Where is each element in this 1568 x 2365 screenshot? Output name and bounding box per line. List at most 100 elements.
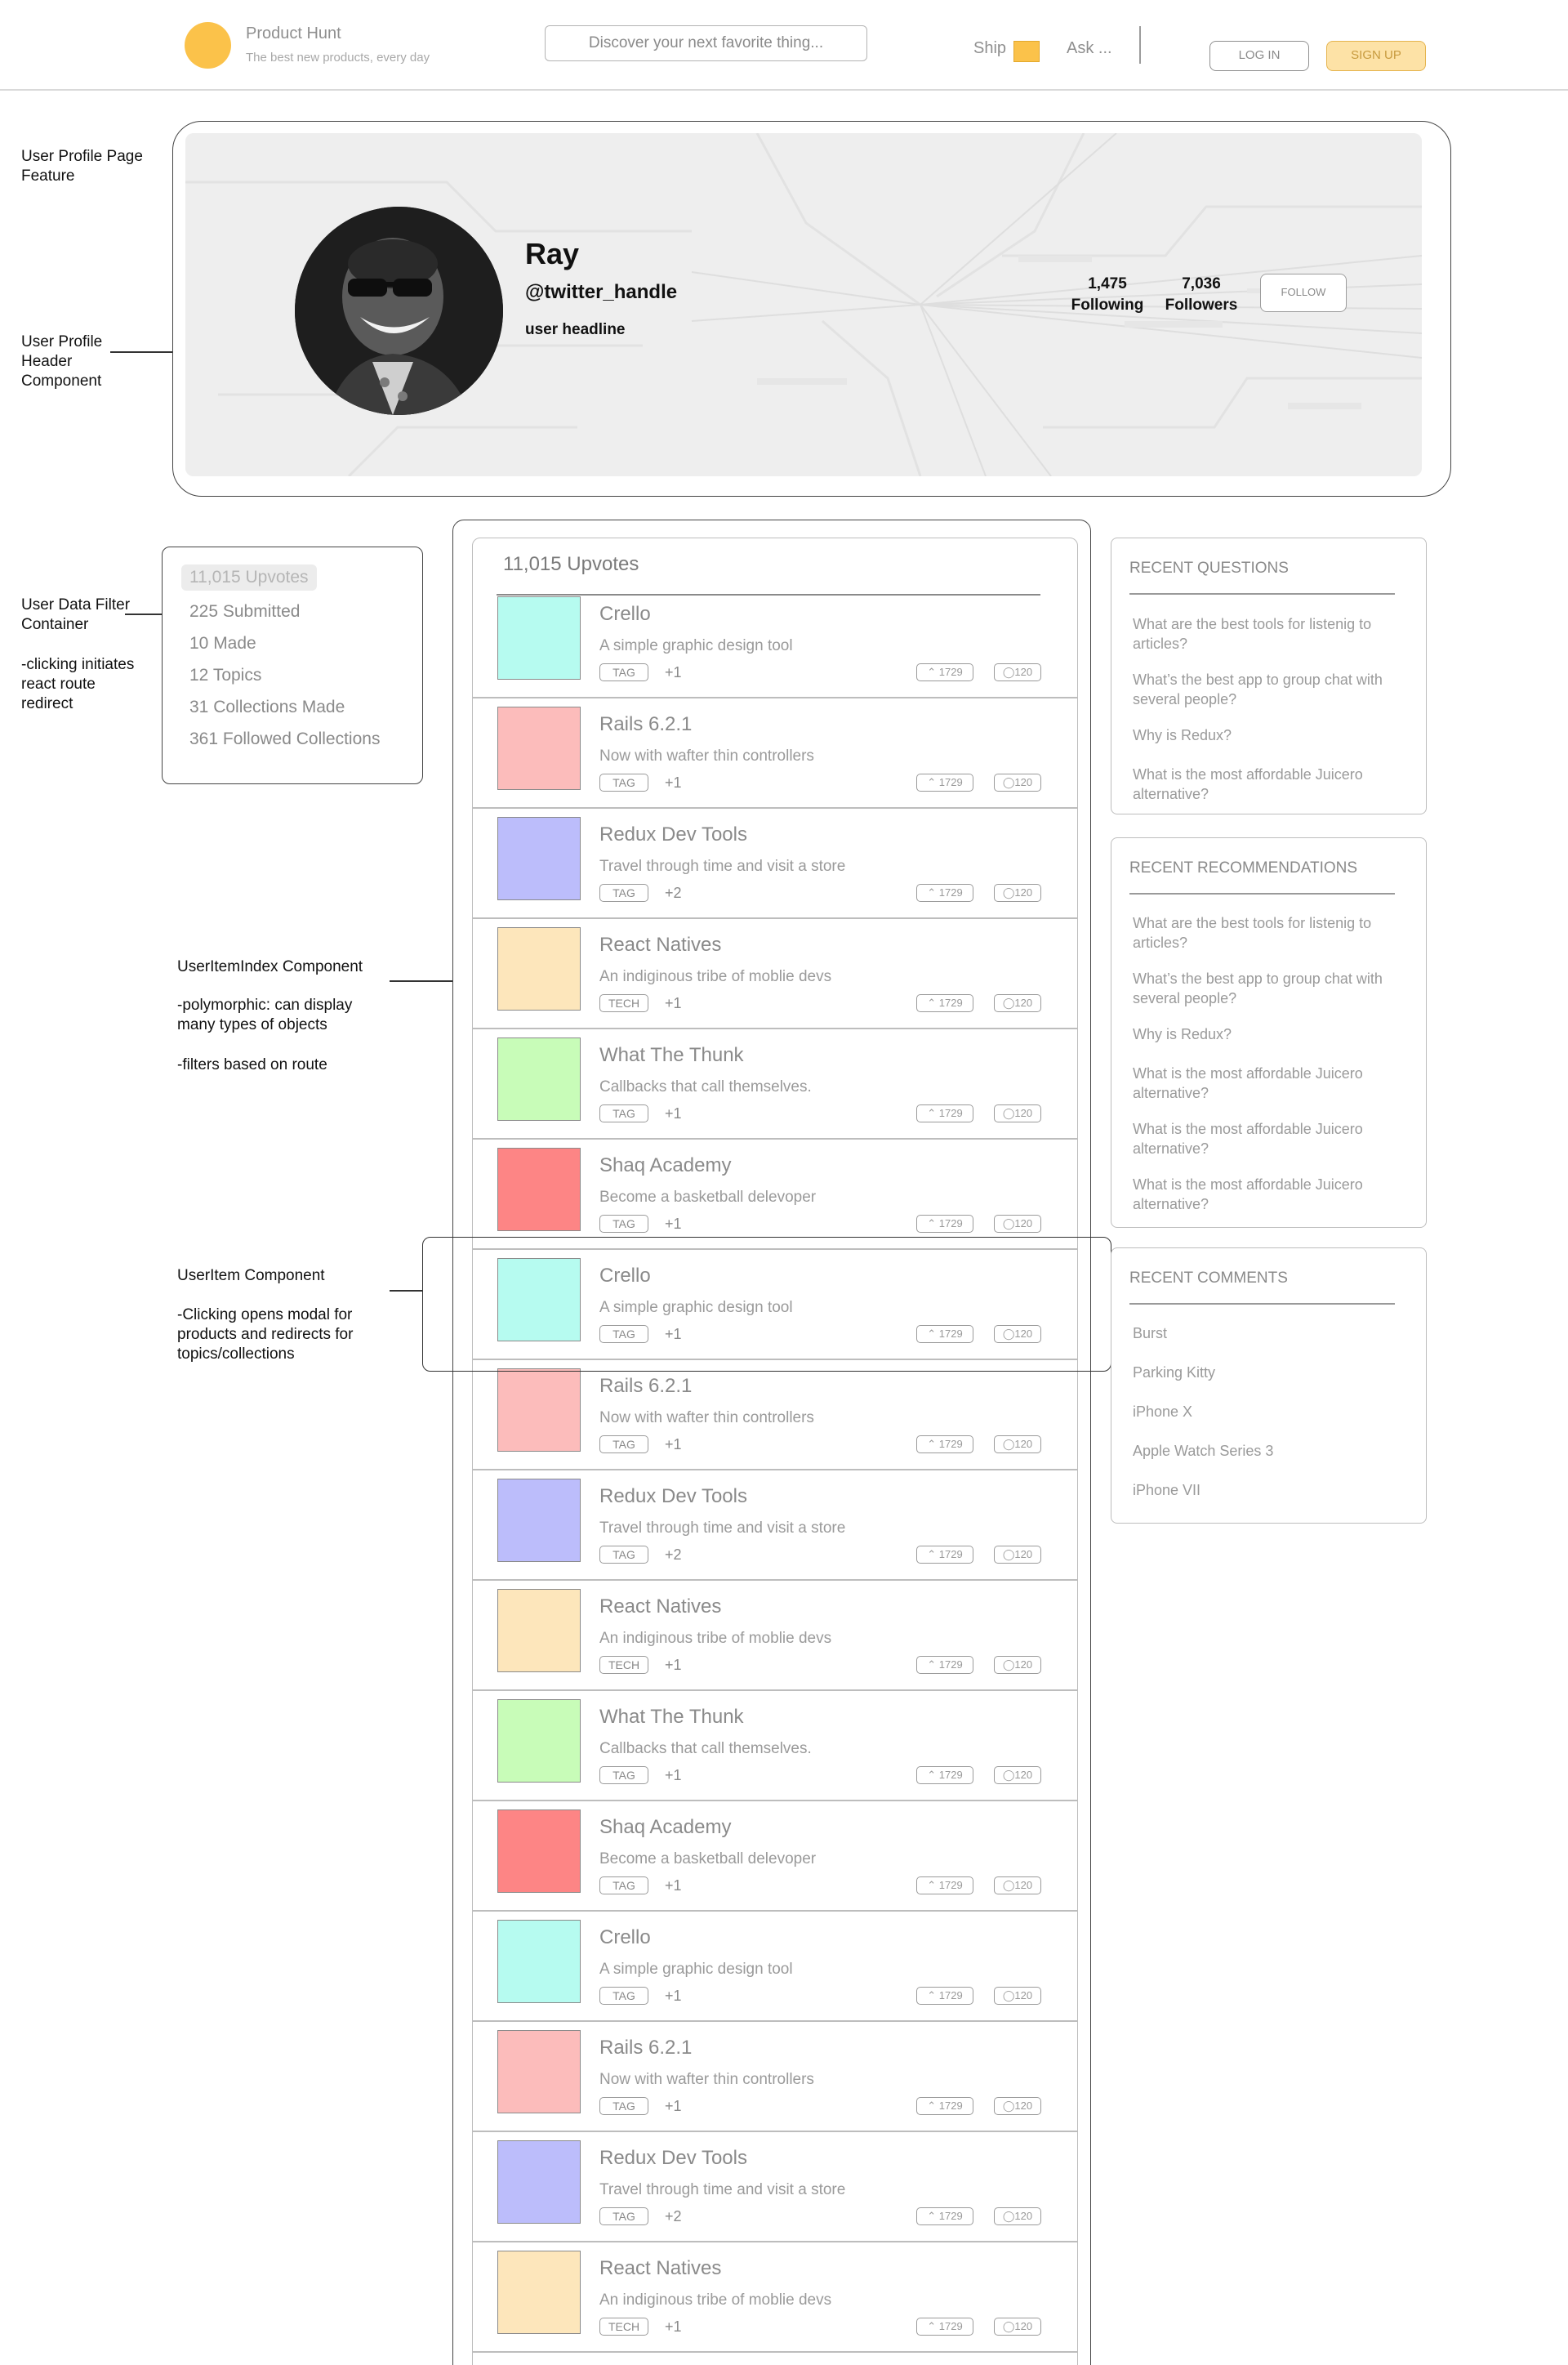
question-link[interactable]: What is the most affordable Juicero alte… (1133, 765, 1402, 804)
item-tag[interactable]: TAG (599, 1215, 648, 1233)
item-tag[interactable]: TAG (599, 1104, 648, 1122)
question-link[interactable]: Why is Redux? (1133, 725, 1402, 745)
item-title[interactable]: Rails 6.2.1 (599, 2037, 692, 2059)
item-title[interactable]: React Natives (599, 1595, 721, 1618)
comment-button[interactable]: ◯120 (994, 1215, 1041, 1233)
upvote-button[interactable]: ⌃ 1729 (916, 994, 973, 1012)
item-tag[interactable]: TECH (599, 1656, 648, 1674)
comment-button[interactable]: ◯120 (994, 2207, 1041, 2225)
comment-button[interactable]: ◯120 (994, 1656, 1041, 1674)
item-extra-tags[interactable]: +1 (665, 1657, 682, 1674)
item-extra-tags[interactable]: +1 (665, 2098, 682, 2115)
item-thumbnail[interactable] (497, 1809, 581, 1893)
item-title[interactable]: Crello (599, 1926, 651, 1949)
item-thumbnail[interactable] (497, 817, 581, 900)
item-extra-tags[interactable]: +2 (665, 1546, 682, 1564)
login-button[interactable]: LOG IN (1209, 41, 1309, 71)
item-thumbnail[interactable] (497, 1589, 581, 1672)
item-tag[interactable]: TAG (599, 2097, 648, 2115)
user-item-row[interactable]: Rails 6.2.1 Now with wafter thin controll… (473, 698, 1077, 809)
filter-followed-collections[interactable]: 361 Followed Collections (189, 730, 380, 749)
signup-button[interactable]: SIGN UP (1326, 41, 1426, 71)
user-item-row[interactable]: What The Thunk Callbacks that call themse… (473, 1029, 1077, 1140)
item-thumbnail[interactable] (497, 2251, 581, 2334)
upvote-button[interactable]: ⌃ 1729 (916, 2207, 973, 2225)
item-title[interactable]: React Natives (599, 934, 721, 957)
item-title[interactable]: What The Thunk (599, 1706, 744, 1729)
item-tag[interactable]: TECH (599, 994, 648, 1012)
nav-ask-link[interactable]: Ask ... (1067, 39, 1112, 58)
recommendation-link[interactable]: What is the most affordable Juicero alte… (1133, 1175, 1402, 1214)
item-thumbnail[interactable] (497, 1148, 581, 1231)
user-item-row[interactable]: Redux Dev Tools Travel through time and v… (473, 2132, 1077, 2242)
followers-stat[interactable]: 7,036 Followers (1158, 274, 1245, 316)
recommendation-link[interactable]: What are the best tools for listenig to … (1133, 913, 1402, 953)
item-extra-tags[interactable]: +1 (665, 1105, 682, 1122)
comment-link[interactable]: Burst (1133, 1323, 1402, 1343)
comment-button[interactable]: ◯120 (994, 1435, 1041, 1453)
item-extra-tags[interactable]: +1 (665, 1877, 682, 1894)
nav-ship-link[interactable]: Ship (973, 39, 1006, 58)
user-item-row[interactable]: Redux Dev Tools Travel through time and v… (473, 809, 1077, 919)
item-title[interactable]: Redux Dev Tools (599, 1485, 747, 1508)
user-item-row[interactable]: What The Thunk Callbacks that call themse… (473, 1691, 1077, 1801)
upvote-button[interactable]: ⌃ 1729 (916, 1876, 973, 1894)
upvote-button[interactable]: ⌃ 1729 (916, 1435, 973, 1453)
user-item-row[interactable]: Rails 6.2.1 Now with wafter thin controll… (473, 1360, 1077, 1470)
item-title[interactable]: Rails 6.2.1 (599, 713, 692, 736)
comment-button[interactable]: ◯120 (994, 1546, 1041, 1564)
item-extra-tags[interactable]: +2 (665, 885, 682, 902)
recommendation-link[interactable]: What is the most affordable Juicero alte… (1133, 1119, 1402, 1158)
item-tag[interactable]: TAG (599, 884, 648, 902)
upvote-button[interactable]: ⌃ 1729 (916, 1104, 973, 1122)
upvote-button[interactable]: ⌃ 1729 (916, 663, 973, 681)
question-link[interactable]: What are the best tools for listenig to … (1133, 614, 1402, 654)
item-extra-tags[interactable]: +1 (665, 995, 682, 1012)
item-tag[interactable]: TAG (599, 774, 648, 792)
item-extra-tags[interactable]: +1 (665, 1436, 682, 1453)
item-extra-tags[interactable]: +1 (665, 664, 682, 681)
profile-handle[interactable]: @twitter_handle (525, 281, 677, 304)
user-item-row[interactable]: React Natives An indiginous tribe of mobl… (473, 919, 1077, 1029)
item-thumbnail[interactable] (497, 596, 581, 680)
recommendation-link[interactable]: What’s the best app to group chat with s… (1133, 969, 1402, 1008)
following-stat[interactable]: 1,475 Following (1064, 274, 1151, 316)
user-item-row[interactable]: Crello A simple graphic design tool TAG +1 ⌃… (473, 1912, 1077, 2022)
upvote-button[interactable]: ⌃ 1729 (916, 1656, 973, 1674)
comment-button[interactable]: ◯120 (994, 663, 1041, 681)
comment-button[interactable]: ◯120 (994, 994, 1041, 1012)
item-tag[interactable]: TAG (599, 1766, 648, 1784)
item-thumbnail[interactable] (497, 1479, 581, 1562)
user-item-row[interactable]: Shaq Academy Become a basketball delevope… (473, 1140, 1077, 1250)
upvote-button[interactable]: ⌃ 1729 (916, 1215, 973, 1233)
item-thumbnail[interactable] (497, 1037, 581, 1121)
item-tag[interactable]: TAG (599, 663, 648, 681)
item-tag[interactable]: TAG (599, 1987, 648, 2005)
item-extra-tags[interactable]: +1 (665, 774, 682, 792)
comment-button[interactable]: ◯120 (994, 1766, 1041, 1784)
item-title[interactable]: Redux Dev Tools (599, 823, 747, 846)
user-item-row[interactable]: Crello A simple graphic design tool TAG +1 ⌃… (473, 588, 1077, 698)
comment-button[interactable]: ◯120 (994, 2318, 1041, 2336)
item-title[interactable]: Rails 6.2.1 (599, 1375, 692, 1398)
item-thumbnail[interactable] (497, 2030, 581, 2113)
item-extra-tags[interactable]: +2 (665, 2208, 682, 2225)
item-tag[interactable]: TAG (599, 1435, 648, 1453)
user-item-row[interactable]: Rails 6.2.1 Now with wafter thin controll… (473, 2022, 1077, 2132)
comment-link[interactable]: Apple Watch Series 3 (1133, 1441, 1402, 1461)
user-item-row[interactable]: React Natives An indiginous tribe of mobl… (473, 1581, 1077, 1691)
item-thumbnail[interactable] (497, 1920, 581, 2003)
avatar[interactable] (295, 207, 503, 415)
upvote-button[interactable]: ⌃ 1729 (916, 1546, 973, 1564)
logo-icon[interactable] (185, 22, 231, 69)
item-extra-tags[interactable]: +1 (665, 1216, 682, 1233)
item-title[interactable]: Redux Dev Tools (599, 2147, 747, 2170)
comment-button[interactable]: ◯120 (994, 1876, 1041, 1894)
upvote-button[interactable]: ⌃ 1729 (916, 884, 973, 902)
item-thumbnail[interactable] (497, 927, 581, 1011)
comment-link[interactable]: iPhone X (1133, 1402, 1402, 1421)
comment-button[interactable]: ◯120 (994, 774, 1041, 792)
upvote-button[interactable]: ⌃ 1729 (916, 1987, 973, 2005)
item-extra-tags[interactable]: +1 (665, 1767, 682, 1784)
comment-button[interactable]: ◯120 (994, 2097, 1041, 2115)
